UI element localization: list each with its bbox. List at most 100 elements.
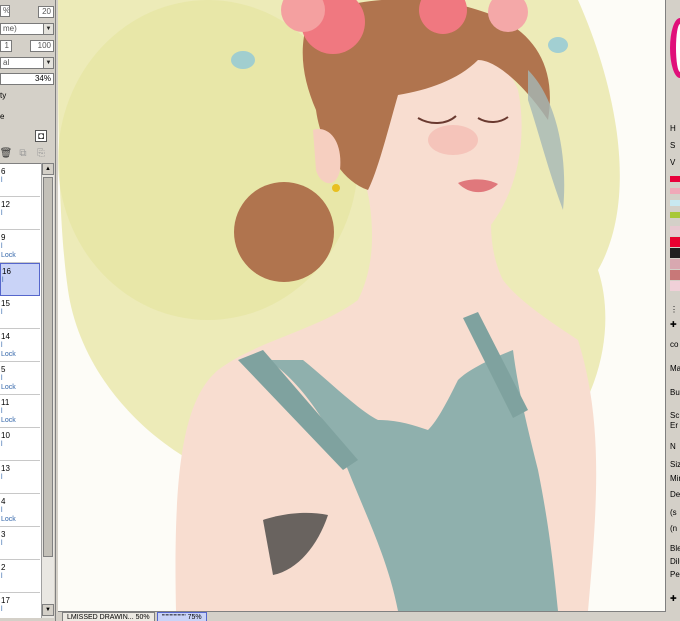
layer-name: 16 — [2, 267, 11, 276]
percent-field[interactable]: % — [0, 4, 10, 17]
layer-name: 6 — [1, 167, 6, 176]
select-tool-icon[interactable]: ⋮ — [670, 305, 678, 314]
layer-name: 14 — [1, 332, 10, 341]
dilution-label: Dilu — [670, 557, 680, 566]
merge-icon[interactable]: ⧉ — [17, 147, 29, 159]
layer-name: 10 — [1, 431, 10, 440]
palette-swatch[interactable] — [670, 281, 680, 291]
layer-scrollbar[interactable]: ▲ ▼ — [41, 163, 54, 618]
layer-name: 12 — [1, 200, 10, 209]
chevron-down-icon[interactable]: ▼ — [44, 22, 54, 35]
layer-name: 5 — [1, 365, 6, 374]
shape-dropdown[interactable]: (s — [670, 508, 677, 517]
tool-label-sc: Sc — [670, 411, 680, 420]
opacity-slider[interactable]: 34% — [0, 72, 54, 85]
layer-name: 15 — [1, 299, 10, 308]
scroll-up-icon[interactable]: ▲ — [42, 163, 54, 175]
copy-icon[interactable]: ⎘ — [35, 147, 47, 159]
layer-item[interactable]: 14 l Lock — [0, 329, 40, 362]
earring — [332, 184, 340, 192]
color-slider[interactable] — [670, 188, 680, 194]
palette-swatch[interactable] — [670, 237, 680, 247]
layer-item[interactable]: 3l — [0, 527, 40, 560]
color-slider[interactable] — [670, 176, 680, 182]
layer-item[interactable]: 6l — [0, 164, 40, 197]
color-panel: H S V ⋮ ✚ co Ma Bu Sc Er N Siz Min Den (… — [667, 0, 680, 621]
layer-item[interactable]: 4 l Lock — [0, 494, 40, 527]
layer-panel: % 20 me) ▼ 1 100 al ▼ 34% ty e ◘ 🗑 ⧉ ⎘ 6… — [0, 0, 56, 621]
layer-mode: l — [1, 243, 3, 250]
document-tab-active[interactable]: '''''''''''''''''' 75% — [156, 612, 207, 621]
value-100-field[interactable]: 100 — [30, 39, 54, 52]
blend-row: al ▼ — [0, 56, 54, 69]
document-tab[interactable]: LMISSED DRAWIN... 50% — [62, 612, 155, 621]
layer-mode: l — [1, 408, 3, 415]
value-label: V — [670, 158, 676, 167]
mode-dropdown[interactable]: me) — [0, 22, 44, 35]
value-1-field[interactable]: 1 — [0, 39, 12, 52]
layer-mode: l — [1, 309, 3, 316]
tool-label-co: co — [670, 340, 679, 349]
mode-row: me) ▼ — [0, 22, 54, 35]
color-slider[interactable] — [670, 212, 680, 218]
layer-lock-label: Lock — [1, 516, 16, 523]
layer-item[interactable]: 5 l Lock — [0, 362, 40, 395]
leaf — [548, 37, 568, 53]
layer-mode: l — [1, 606, 3, 613]
layer-lock-label: Lock — [1, 417, 16, 424]
color-slider[interactable] — [670, 200, 680, 206]
layer-name: 11 — [1, 398, 10, 407]
layer-mode: l — [2, 277, 4, 284]
cheek-blush — [428, 125, 478, 155]
value-20-row: 20 — [38, 5, 54, 18]
drawing-canvas[interactable] — [58, 0, 666, 611]
size-label: Siz — [670, 460, 680, 469]
blend-dropdown[interactable]: al — [0, 56, 44, 69]
layer-item-selected[interactable]: 16 l — [0, 263, 40, 296]
value-20-field[interactable]: 20 — [38, 5, 54, 18]
palette-swatch[interactable] — [670, 259, 680, 269]
layer-list: 6l 12 l 9 l Lock 16 l 15 l 14 l Lock 5 l Lock 11 l… — [0, 163, 41, 618]
plus-icon[interactable]: ✚ — [670, 594, 677, 603]
layer-item[interactable]: 15 l — [0, 296, 40, 329]
layer-mode: l — [1, 573, 3, 580]
extra-label-row: e — [0, 110, 4, 123]
chevron-down-icon[interactable]: ▼ — [44, 56, 54, 69]
color-wheel[interactable] — [670, 18, 680, 78]
layer-item[interactable]: 12 l — [0, 197, 40, 230]
hue-label: H — [670, 124, 676, 133]
scroll-thumb[interactable] — [43, 177, 53, 557]
layer-item[interactable]: 11 l Lock — [0, 395, 40, 428]
layer-item[interactable]: 2l — [0, 560, 40, 593]
layer-item[interactable]: 10 l — [0, 428, 40, 461]
layer-name: 9 — [1, 233, 6, 242]
layer-mode: l — [1, 177, 3, 184]
layer-mode: l — [1, 375, 3, 382]
scroll-down-icon[interactable]: ▼ — [42, 604, 54, 616]
tool-label-bu: Bu — [670, 388, 680, 397]
density-label: Den — [670, 490, 680, 499]
texture-dropdown[interactable]: (n — [670, 524, 677, 533]
palette-swatch[interactable] — [670, 248, 680, 258]
layer-mask-icon[interactable]: ◘ — [35, 130, 47, 142]
extra-label: e — [0, 112, 5, 121]
artwork — [58, 0, 665, 611]
layer-lock-label: Lock — [1, 384, 16, 391]
move-tool-icon[interactable]: ✚ — [670, 320, 677, 329]
layer-name: 3 — [1, 530, 6, 539]
min-size-label: Min — [670, 474, 680, 483]
layer-mode: l — [1, 540, 3, 547]
trash-icon[interactable]: 🗑 — [0, 147, 12, 159]
layer-item[interactable]: 13 l — [0, 461, 40, 494]
layer-item[interactable]: 9 l Lock — [0, 230, 40, 263]
document-tabs: LMISSED DRAWIN... 50% ''''''''''''''''''… — [58, 611, 666, 621]
persistence-label: Per — [670, 570, 680, 579]
palette-swatch[interactable] — [670, 226, 680, 236]
tool-label-er: Er — [670, 421, 678, 430]
opacity-label-row: ty — [0, 89, 6, 102]
range-row: 1 100 — [0, 39, 54, 52]
tool-label-ma: Ma — [670, 364, 680, 373]
palette-swatch[interactable] — [670, 270, 680, 280]
tool-label-n[interactable]: N — [670, 442, 676, 451]
layer-item[interactable]: 17 l — [0, 593, 40, 618]
